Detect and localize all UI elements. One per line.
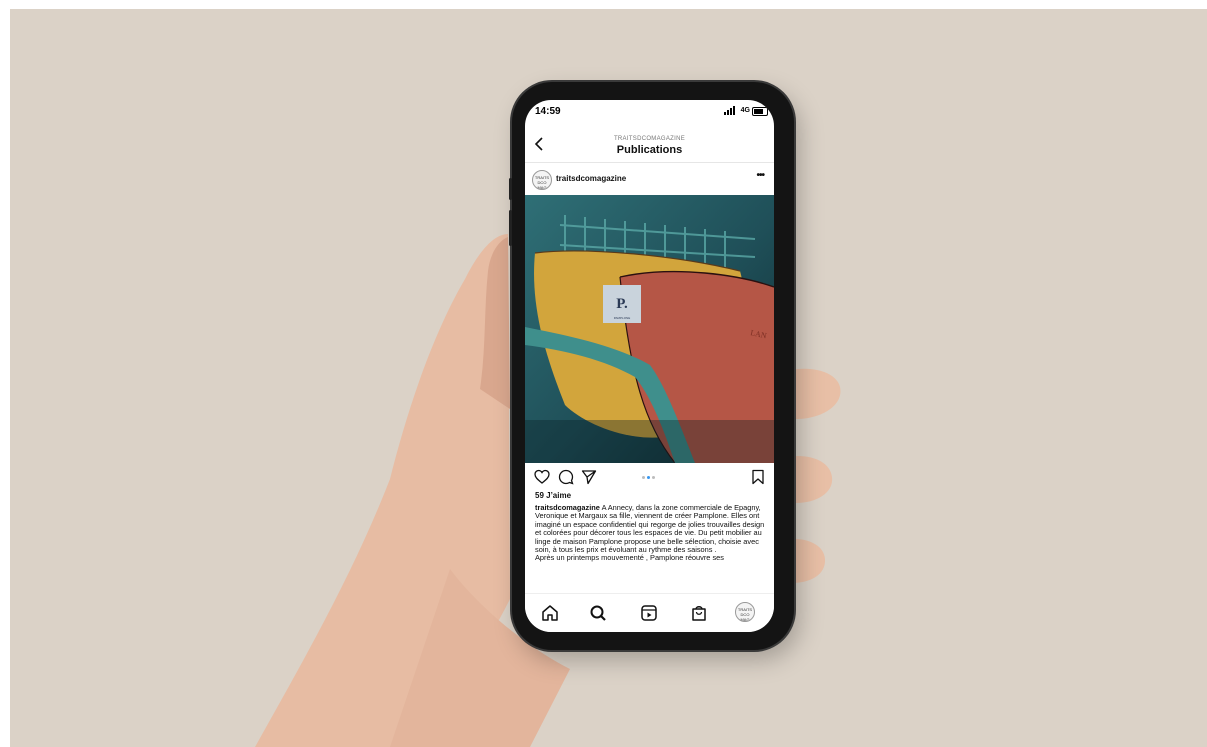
search-icon[interactable] xyxy=(588,603,608,623)
caption-continued: Après un printemps mouvementé , Pamplone… xyxy=(535,553,724,563)
shop-icon[interactable] xyxy=(689,603,709,623)
profile-header: TRAITSDCOMAGAZINE Publications xyxy=(525,126,774,163)
likes-count[interactable]: 59 J’aime xyxy=(535,491,571,500)
status-network: 4G xyxy=(740,107,750,114)
bookmark-icon[interactable] xyxy=(751,469,765,485)
scene-background: 14:59 4G TRAITSDCOMAGAZINE Publications … xyxy=(10,9,1207,747)
battery-icon xyxy=(752,107,768,116)
post-caption: traitsdcomagazine A Annecy, dans la zone… xyxy=(535,504,767,594)
header-account: TRAITSDCOMAGAZINE xyxy=(613,136,686,142)
post-actions xyxy=(525,466,774,488)
signal-icon xyxy=(724,106,735,115)
svg-text:P.: P. xyxy=(616,296,628,312)
caption-text: A Annecy, dans la zone commerciale de Ep… xyxy=(535,504,765,555)
svg-text:PAMPLONE: PAMPLONE xyxy=(614,316,630,320)
post-author-row: TRAITS DCO MAG traitsdcomagazine ••• xyxy=(525,164,774,194)
status-time: 14:59 xyxy=(535,106,561,117)
carousel-indicator xyxy=(642,476,658,480)
home-icon[interactable] xyxy=(540,603,560,623)
phone-device: 14:59 4G TRAITSDCOMAGAZINE Publications … xyxy=(509,82,794,650)
profile-icon[interactable]: TRAITS DCO MAG xyxy=(735,602,755,622)
send-icon[interactable] xyxy=(581,469,597,485)
phone-side-button xyxy=(509,178,512,200)
post-username[interactable]: traitsdcomagazine xyxy=(556,174,626,183)
heart-icon[interactable] xyxy=(534,469,550,485)
more-horizontal-icon[interactable]: ••• xyxy=(756,170,764,181)
bottom-navigation: TRAITS DCO MAG xyxy=(525,593,774,632)
phone-screen: 14:59 4G TRAITSDCOMAGAZINE Publications … xyxy=(525,100,774,632)
page-title: Publications xyxy=(616,144,683,156)
post-image[interactable]: P. PAMPLONE LAN xyxy=(525,195,774,463)
avatar[interactable]: TRAITS DCO MAG xyxy=(532,170,552,190)
phone-side-button xyxy=(509,210,512,246)
status-bar: 14:59 4G xyxy=(525,100,774,124)
comment-icon[interactable] xyxy=(558,469,574,485)
reels-icon[interactable] xyxy=(639,603,659,623)
